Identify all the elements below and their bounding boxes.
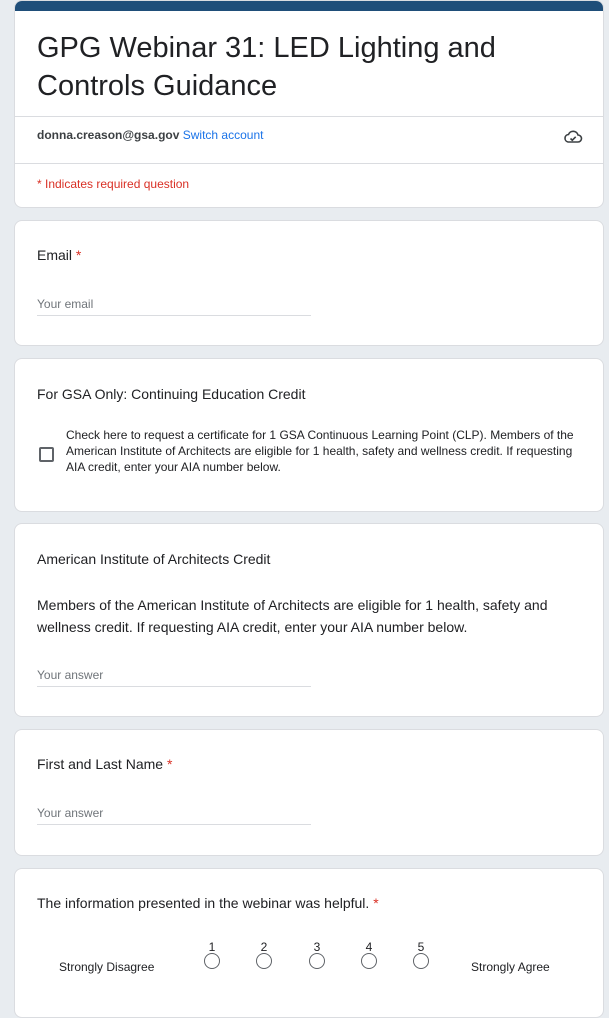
divider xyxy=(15,163,603,164)
scale-label-5: 5 xyxy=(417,940,425,954)
ce-credit-question-card: For GSA Only: Continuing Education Credi… xyxy=(14,358,604,512)
account-row: donna.creason@gsa.gov Switch account xyxy=(37,128,263,142)
ce-credit-label: For GSA Only: Continuing Education Credi… xyxy=(37,386,306,402)
scale-label-1: 1 xyxy=(208,940,216,954)
cloud-check-icon[interactable] xyxy=(563,129,583,145)
aia-question-card: American Institute of Architects Credit … xyxy=(14,523,604,717)
form-header-card: GPG Webinar 31: LED Lighting and Control… xyxy=(14,0,604,208)
scale-label-3: 3 xyxy=(313,940,321,954)
scale-radio-4[interactable] xyxy=(361,953,377,969)
scale-radio-1[interactable] xyxy=(204,953,220,969)
name-question-card: First and Last Name * xyxy=(14,729,604,856)
required-star: * xyxy=(75,247,82,263)
helpful-label: The information presented in the webinar… xyxy=(37,895,379,911)
email-label: Email * xyxy=(37,247,82,263)
required-star: * xyxy=(373,895,379,911)
form-title: GPG Webinar 31: LED Lighting and Control… xyxy=(37,32,496,102)
ce-credit-checkbox-label[interactable]: Check here to request a certificate for … xyxy=(66,427,586,475)
scale-label-2: 2 xyxy=(260,940,268,954)
scale-radio-3[interactable] xyxy=(309,953,325,969)
ce-credit-checkbox[interactable] xyxy=(39,447,54,462)
required-note: * Indicates required question xyxy=(37,177,190,191)
scale-radio-2[interactable] xyxy=(256,953,272,969)
name-input[interactable] xyxy=(37,802,311,825)
required-star: * xyxy=(166,756,173,772)
aia-description: Members of the American Institute of Arc… xyxy=(37,597,548,635)
name-label: First and Last Name * xyxy=(37,756,173,772)
scale-label-4: 4 xyxy=(365,940,373,954)
switch-account-link[interactable]: Switch account xyxy=(183,128,264,142)
email-input[interactable] xyxy=(37,293,311,316)
account-email: donna.creason@gsa.gov xyxy=(37,128,180,142)
divider xyxy=(15,116,603,117)
scale-low-label: Strongly Disagree xyxy=(59,960,155,974)
email-question-card: Email * xyxy=(14,220,604,346)
scale-radio-5[interactable] xyxy=(413,953,429,969)
scale-high-label: Strongly Agree xyxy=(471,960,550,974)
header-accent-bar xyxy=(15,1,603,11)
aia-number-input[interactable] xyxy=(37,664,311,687)
aia-label: American Institute of Architects Credit xyxy=(37,551,271,567)
